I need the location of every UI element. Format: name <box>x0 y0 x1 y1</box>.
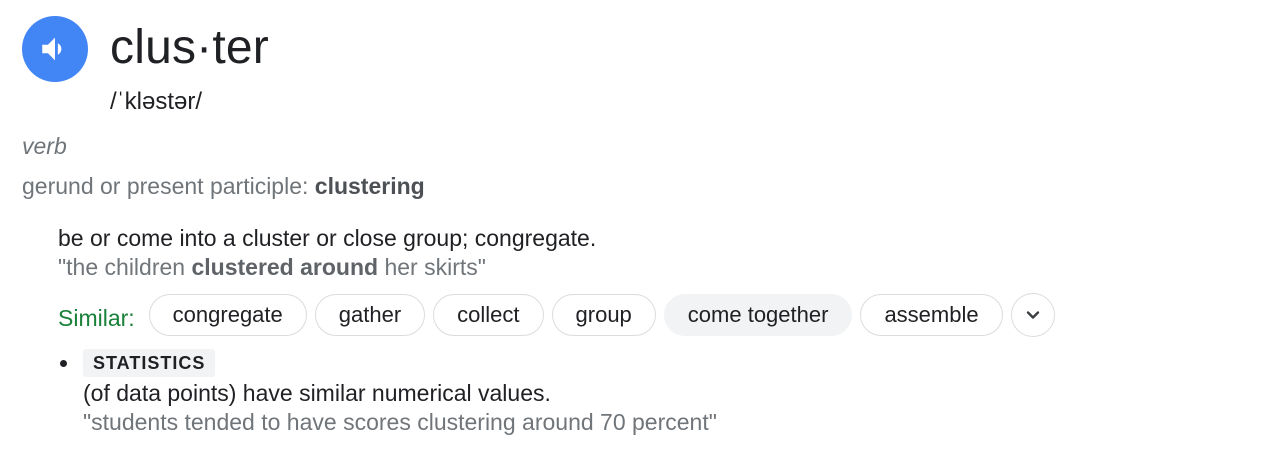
example-1: "the children clustered around her skirt… <box>58 252 486 282</box>
similar-words-row: Similar: congregate gather collect group… <box>58 293 1055 337</box>
forms-separator: : <box>302 173 315 199</box>
similar-chip-group[interactable]: group <box>551 294 656 336</box>
forms-label: gerund or present participle <box>22 173 302 199</box>
headword: clus·ter <box>110 21 269 74</box>
form-word: clustering <box>314 173 425 199</box>
definition-1: be or come into a cluster or close group… <box>58 225 597 251</box>
example-1-pre: "the children <box>58 254 192 280</box>
similar-label: Similar: <box>58 304 135 331</box>
example-2: "students tended to have scores clusteri… <box>83 409 717 435</box>
expand-similar-button[interactable] <box>1010 293 1055 337</box>
similar-chip-collect[interactable]: collect <box>433 294 544 336</box>
example-1-highlight: clustered around <box>191 254 379 280</box>
phonetic-spelling: /ˈkləstər/ <box>110 88 203 115</box>
list-bullet <box>60 360 67 367</box>
similar-chip-gather[interactable]: gather <box>314 294 426 336</box>
word-forms: gerund or present participle: clustering <box>22 170 425 202</box>
example-1-post: her skirts" <box>378 254 486 280</box>
chevron-down-icon <box>1026 311 1039 319</box>
pronunciation-audio-button[interactable] <box>22 16 88 82</box>
subject-label-badge: STATISTICS <box>83 349 216 377</box>
speaker-icon <box>42 37 62 61</box>
part-of-speech: verb <box>22 133 67 159</box>
similar-chip-assemble[interactable]: assemble <box>860 294 1003 336</box>
similar-chip-congregate[interactable]: congregate <box>148 294 307 336</box>
definition-2: (of data points) have similar numerical … <box>83 380 551 406</box>
similar-chip-come-together[interactable]: come together <box>663 294 853 336</box>
